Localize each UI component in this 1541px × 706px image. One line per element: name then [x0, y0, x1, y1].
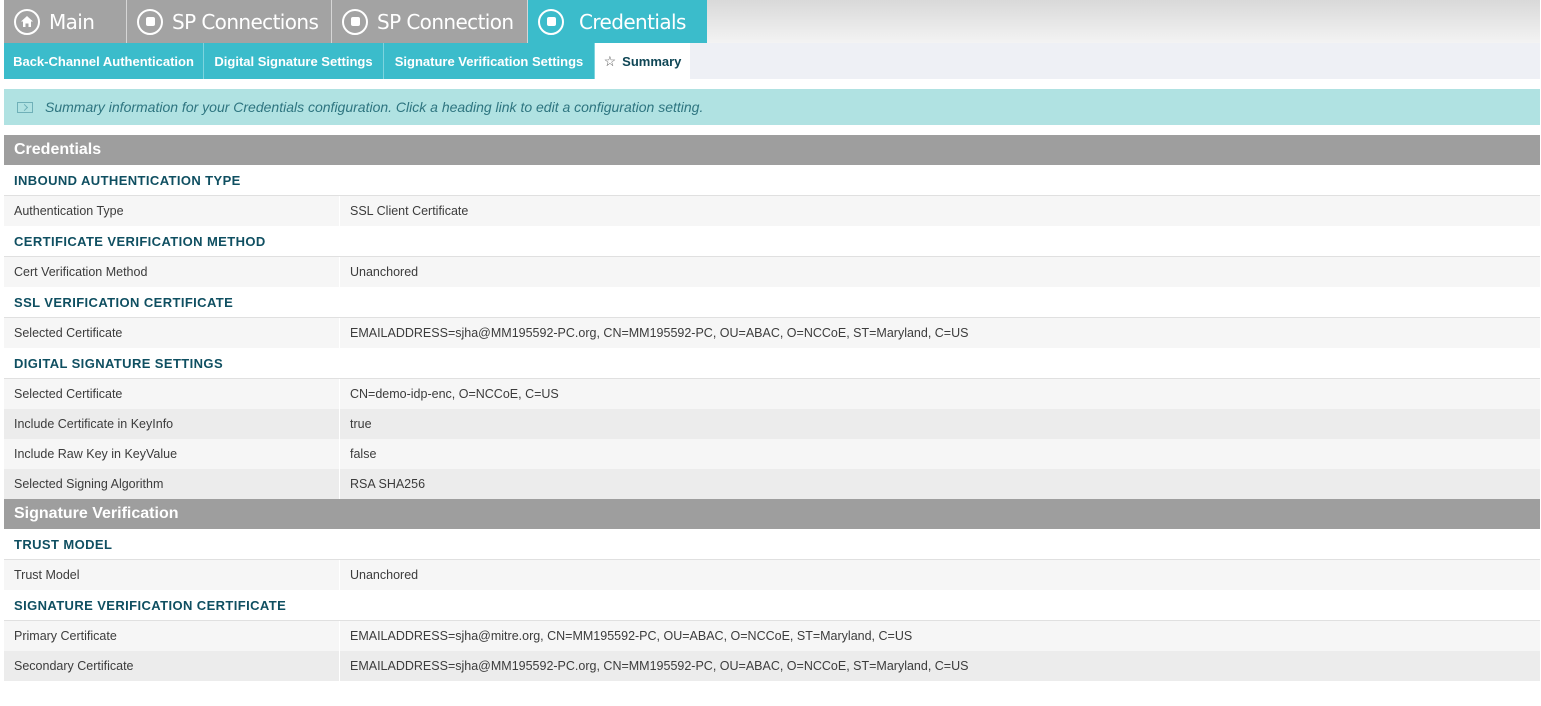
row-label: Include Certificate in KeyInfo	[4, 409, 340, 439]
row-label: Primary Certificate	[4, 621, 340, 651]
row-label: Trust Model	[4, 560, 340, 590]
home-icon	[14, 8, 40, 35]
subtab-summary[interactable]: ☆ Summary	[595, 43, 690, 79]
tab-sp-connection-label: SP Connection	[377, 9, 514, 34]
group-heading-trust-model[interactable]: TRUST MODEL	[4, 529, 1540, 560]
row-value: Unanchored	[350, 265, 419, 279]
top-nav-bar: Main SP Connections SP Connection Creden…	[4, 0, 1540, 43]
group-heading-signature-verification-certificate[interactable]: SIGNATURE VERIFICATION CERTIFICATE	[4, 590, 1540, 621]
info-icon	[17, 101, 33, 113]
subtab-digital-signature-settings[interactable]: Digital Signature Settings	[204, 43, 384, 79]
table-row: Selected Certificate CN=demo-idp-enc, O=…	[4, 379, 1540, 409]
table-row: Selected Signing Algorithm RSA SHA256	[4, 469, 1540, 499]
group-heading-inbound-authentication-type[interactable]: INBOUND AUTHENTICATION TYPE	[4, 165, 1540, 196]
sub-nav-bar: Back-Channel Authentication Digital Sign…	[4, 43, 1540, 79]
tab-sp-connections-label: SP Connections	[172, 9, 319, 34]
table-row: Include Raw Key in KeyValue false	[4, 439, 1540, 469]
row-value: false	[350, 447, 377, 461]
row-value: RSA SHA256	[350, 477, 426, 491]
tab-sp-connections[interactable]: SP Connections	[127, 0, 332, 43]
subtab-label: Summary	[622, 53, 682, 69]
tab-credentials-label: Credentials	[579, 9, 686, 34]
subtab-label: Digital Signature Settings	[214, 53, 373, 69]
table-row: Selected Certificate EMAILADDRESS=sjha@M…	[4, 318, 1540, 348]
row-value: true	[350, 417, 372, 431]
table-row: Primary Certificate EMAILADDRESS=sjha@mi…	[4, 621, 1540, 651]
info-banner: Summary information for your Credentials…	[4, 89, 1540, 125]
group-heading-digital-signature-settings[interactable]: DIGITAL SIGNATURE SETTINGS	[4, 348, 1540, 379]
row-label: Secondary Certificate	[4, 651, 340, 681]
row-label: Selected Signing Algorithm	[4, 469, 340, 499]
row-label: Cert Verification Method	[4, 257, 340, 287]
tab-main-label: Main	[49, 9, 95, 34]
tab-credentials[interactable]: Credentials	[528, 0, 707, 43]
info-text: Summary information for your Credentials…	[45, 99, 704, 115]
row-label: Include Raw Key in KeyValue	[4, 439, 340, 469]
row-value: SSL Client Certificate	[350, 204, 469, 218]
row-value: CN=demo-idp-enc, O=NCCoE, C=US	[350, 387, 559, 401]
tab-main[interactable]: Main	[4, 0, 127, 43]
row-label: Authentication Type	[4, 196, 340, 226]
row-value: EMAILADDRESS=sjha@MM195592-PC.org, CN=MM…	[350, 326, 969, 340]
subtab-back-channel-authentication[interactable]: Back-Channel Authentication	[4, 43, 204, 79]
table-row: Authentication Type SSL Client Certifica…	[4, 196, 1540, 226]
table-row: Secondary Certificate EMAILADDRESS=sjha@…	[4, 651, 1540, 681]
subtab-signature-verification-settings[interactable]: Signature Verification Settings	[384, 43, 595, 79]
subtab-label: Back-Channel Authentication	[13, 53, 194, 69]
table-row: Trust Model Unanchored	[4, 560, 1540, 590]
square-circle-icon	[538, 8, 564, 35]
section-heading-credentials[interactable]: Credentials	[4, 135, 1540, 165]
group-heading-ssl-verification-certificate[interactable]: SSL VERIFICATION CERTIFICATE	[4, 287, 1540, 318]
section-heading-signature-verification[interactable]: Signature Verification	[4, 499, 1540, 529]
row-label: Selected Certificate	[4, 318, 340, 348]
summary-table: Credentials INBOUND AUTHENTICATION TYPE …	[4, 135, 1540, 681]
table-row: Include Certificate in KeyInfo true	[4, 409, 1540, 439]
group-heading-certificate-verification-method[interactable]: CERTIFICATE VERIFICATION METHOD	[4, 226, 1540, 257]
square-circle-icon	[342, 8, 368, 35]
table-row: Cert Verification Method Unanchored	[4, 257, 1540, 287]
subtab-label: Signature Verification Settings	[394, 53, 584, 69]
star-icon: ☆	[603, 52, 617, 69]
row-label: Selected Certificate	[4, 379, 340, 409]
tab-sp-connection[interactable]: SP Connection	[332, 0, 528, 43]
row-value: EMAILADDRESS=sjha@mitre.org, CN=MM195592…	[350, 629, 913, 643]
row-value: Unanchored	[350, 568, 419, 582]
row-value: EMAILADDRESS=sjha@MM195592-PC.org, CN=MM…	[350, 659, 969, 673]
square-circle-icon	[137, 8, 163, 35]
